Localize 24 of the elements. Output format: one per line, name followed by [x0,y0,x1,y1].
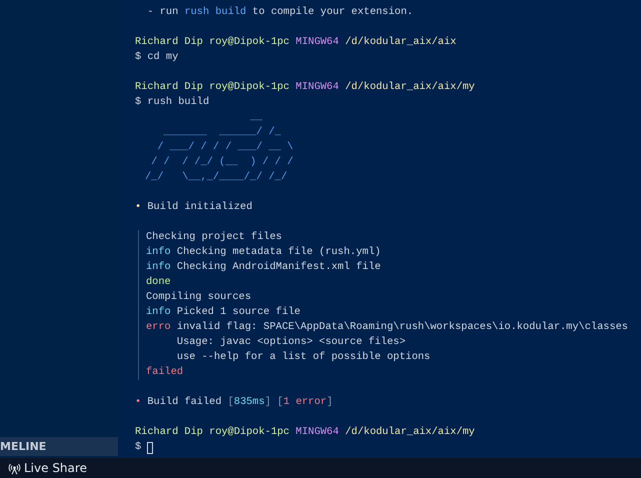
terminal-line: erro invalid flag: SPACE\AppData\Roaming\rush\workspaces\io.kodular.my\classes [146,320,628,335]
terminal-line: Checking project files [146,230,282,245]
ascii-art-logo: __ _______ ______/ /_ / ___/ / / / ___/ __ \ / / / /_/ (__ ) / / / /_/ \__,_/____/_/ /_/ [145,110,294,185]
terminal-line: - run rush build to compile your extension. [146,5,414,20]
prompt-symbol: $ [135,440,142,455]
terminal-line: Usage: javac <options> <source files> [176,335,406,350]
terminal-line: done [146,275,171,290]
terminal-line: info Picked 1 source file [146,305,300,320]
terminal-line: • Build failed [835ms] [1 error] [135,395,333,410]
terminal-line: info Checking AndroidManifest.xml file [146,260,381,275]
terminal-line: $ rush build [135,95,210,110]
live-share-button[interactable]: Live Share [4,461,91,475]
terminal-line: • Build initialized [135,200,252,215]
terminal-line: Richard Dip roy@Dipok-1pc MINGW64 /d/kodular_aix/aix [135,35,456,50]
terminal-line: use --help for a list of possible options [176,350,430,365]
terminal-line: Compiling sources [146,290,252,305]
broadcast-icon [8,462,21,474]
terminal-line: info Checking metadata file (rush.yml) [146,245,381,260]
terminal-line: Richard Dip roy@Dipok-1pc MINGW64 /d/kodular_aix/aix/my [135,425,475,440]
terminal-line: $ cd my [135,50,178,65]
section-header[interactable]: MELINE [0,437,118,456]
terminal-line: Richard Dip roy@Dipok-1pc MINGW64 /d/kodular_aix/aix/my [135,80,475,95]
text-cursor [147,442,154,454]
terminal-line: failed [146,365,184,380]
